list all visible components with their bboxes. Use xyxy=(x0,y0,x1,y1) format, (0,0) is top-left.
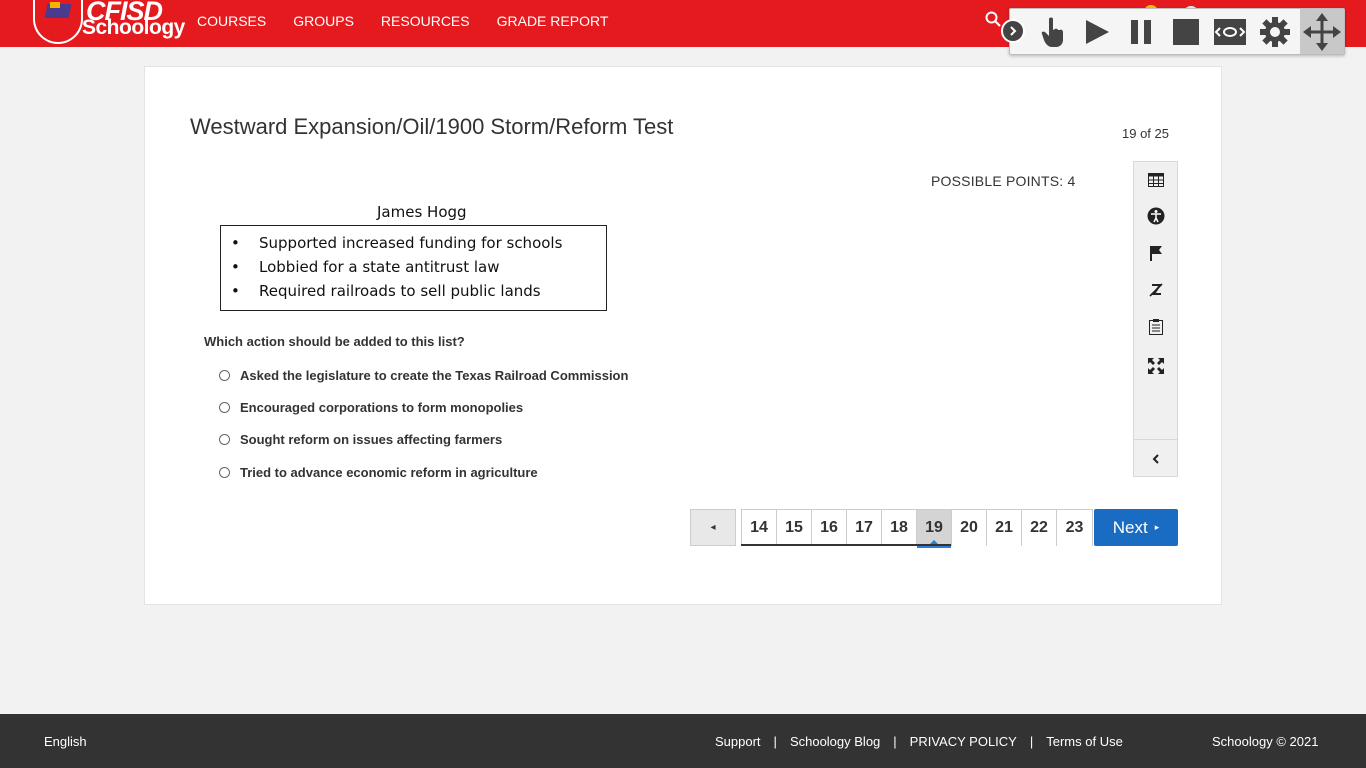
page-16[interactable]: 16 xyxy=(812,510,847,546)
pause-icon[interactable] xyxy=(1119,9,1163,54)
strikethrough-icon[interactable] xyxy=(1134,276,1177,304)
play-icon[interactable] xyxy=(1075,9,1119,54)
choice-label[interactable]: Sought reform on issues affecting farmer… xyxy=(240,432,502,447)
previous-arrow-icon: ◂ xyxy=(710,522,716,533)
answered-progress-line xyxy=(741,544,951,546)
next-label: Next xyxy=(1112,517,1148,537)
page-22[interactable]: 22 xyxy=(1022,510,1057,546)
stop-icon[interactable] xyxy=(1164,9,1208,54)
page-20[interactable]: 20 xyxy=(952,510,987,546)
search-icon[interactable] xyxy=(985,11,1001,27)
footer-link-privacy[interactable]: PRIVACY POLICY xyxy=(910,734,1017,749)
accessibility-icon[interactable] xyxy=(1134,202,1177,230)
tools-divider xyxy=(1134,439,1177,440)
page-18[interactable]: 18 xyxy=(882,510,917,546)
move-icon[interactable] xyxy=(1300,9,1344,54)
footer-link-support[interactable]: Support xyxy=(715,734,761,749)
copyright: Schoology © 2021 xyxy=(1212,734,1319,749)
nav-groups[interactable]: GROUPS xyxy=(293,13,354,29)
notepad-icon[interactable] xyxy=(1134,313,1177,341)
page-21[interactable]: 21 xyxy=(987,510,1022,546)
cfisd-schoology-logo[interactable]: CFISD Schoology xyxy=(32,0,185,46)
fullscreen-icon[interactable] xyxy=(1134,352,1177,380)
page-19-current[interactable]: 19 xyxy=(917,510,952,548)
read-aloud-toolbar xyxy=(1001,8,1345,55)
radio-button[interactable] xyxy=(219,370,230,381)
next-arrow-icon: ▸ xyxy=(1154,522,1160,532)
nav-courses[interactable]: COURSES xyxy=(197,13,266,29)
cap-tassel xyxy=(50,2,60,8)
stimulus-item: • Lobbied for a state antitrust law xyxy=(231,258,500,276)
footer-link-blog[interactable]: Schoology Blog xyxy=(790,734,880,749)
footer: English Support | Schoology Blog | PRIVA… xyxy=(0,714,1366,768)
collapse-icon[interactable] xyxy=(1001,19,1025,43)
previous-button[interactable]: ◂ xyxy=(690,509,736,546)
footer-links: Support | Schoology Blog | PRIVACY POLIC… xyxy=(715,734,1123,749)
footer-separator: | xyxy=(773,734,777,749)
radio-button[interactable] xyxy=(219,434,230,445)
page-23[interactable]: 23 xyxy=(1057,510,1092,546)
choice-label[interactable]: Encouraged corporations to form monopoli… xyxy=(240,400,523,415)
question-pagination: 14 15 16 17 18 19 20 21 22 23 xyxy=(741,509,1093,548)
stimulus-title: James Hogg xyxy=(377,203,467,221)
test-tools-panel xyxy=(1133,161,1178,477)
answer-choice-d[interactable]: Tried to advance economic reform in agri… xyxy=(219,465,538,480)
radio-button[interactable] xyxy=(219,467,230,478)
choice-label[interactable]: Asked the legislature to create the Texa… xyxy=(240,368,628,383)
flag-icon[interactable] xyxy=(1134,239,1177,267)
possible-points: POSSIBLE POINTS: 4 xyxy=(931,173,1076,189)
language-selector[interactable]: English xyxy=(44,734,87,749)
collapse-left-icon[interactable] xyxy=(1134,445,1177,473)
test-question-card: Westward Expansion/Oil/1900 Storm/Reform… xyxy=(144,66,1222,605)
choice-label[interactable]: Tried to advance economic reform in agri… xyxy=(240,465,538,480)
answer-choice-a[interactable]: Asked the legislature to create the Texa… xyxy=(219,368,628,383)
screen-mask-icon[interactable] xyxy=(1208,9,1252,54)
answer-choice-b[interactable]: Encouraged corporations to form monopoli… xyxy=(219,400,523,415)
page-15[interactable]: 15 xyxy=(777,510,812,546)
footer-separator: | xyxy=(893,734,897,749)
page-17[interactable]: 17 xyxy=(847,510,882,546)
stimulus-item: • Required railroads to sell public lands xyxy=(231,282,541,300)
test-title: Westward Expansion/Oil/1900 Storm/Reform… xyxy=(190,114,674,139)
next-button[interactable]: Next ▸ xyxy=(1094,509,1178,546)
page-number: 19 xyxy=(925,519,943,536)
nav-grade-report[interactable]: GRADE REPORT xyxy=(497,13,609,29)
calculator-icon[interactable] xyxy=(1134,166,1177,194)
footer-separator: | xyxy=(1029,734,1034,749)
page-14[interactable]: 14 xyxy=(742,510,777,546)
stimulus-box: • Supported increased funding for schools… xyxy=(220,225,607,311)
question-counter: 19 of 25 xyxy=(1122,126,1169,141)
main-nav: COURSES GROUPS RESOURCES GRADE REPORT xyxy=(197,13,635,29)
nav-resources[interactable]: RESOURCES xyxy=(381,13,470,29)
point-and-click-icon[interactable] xyxy=(1031,9,1075,54)
footer-link-terms[interactable]: Terms of Use xyxy=(1046,734,1123,749)
settings-icon[interactable] xyxy=(1253,9,1297,54)
logo-subtext: Schoology xyxy=(82,16,185,39)
radio-button[interactable] xyxy=(219,402,230,413)
question-text: Which action should be added to this lis… xyxy=(204,334,465,349)
answer-choice-c[interactable]: Sought reform on issues affecting farmer… xyxy=(219,432,502,447)
stimulus-item: • Supported increased funding for schools xyxy=(231,234,563,252)
